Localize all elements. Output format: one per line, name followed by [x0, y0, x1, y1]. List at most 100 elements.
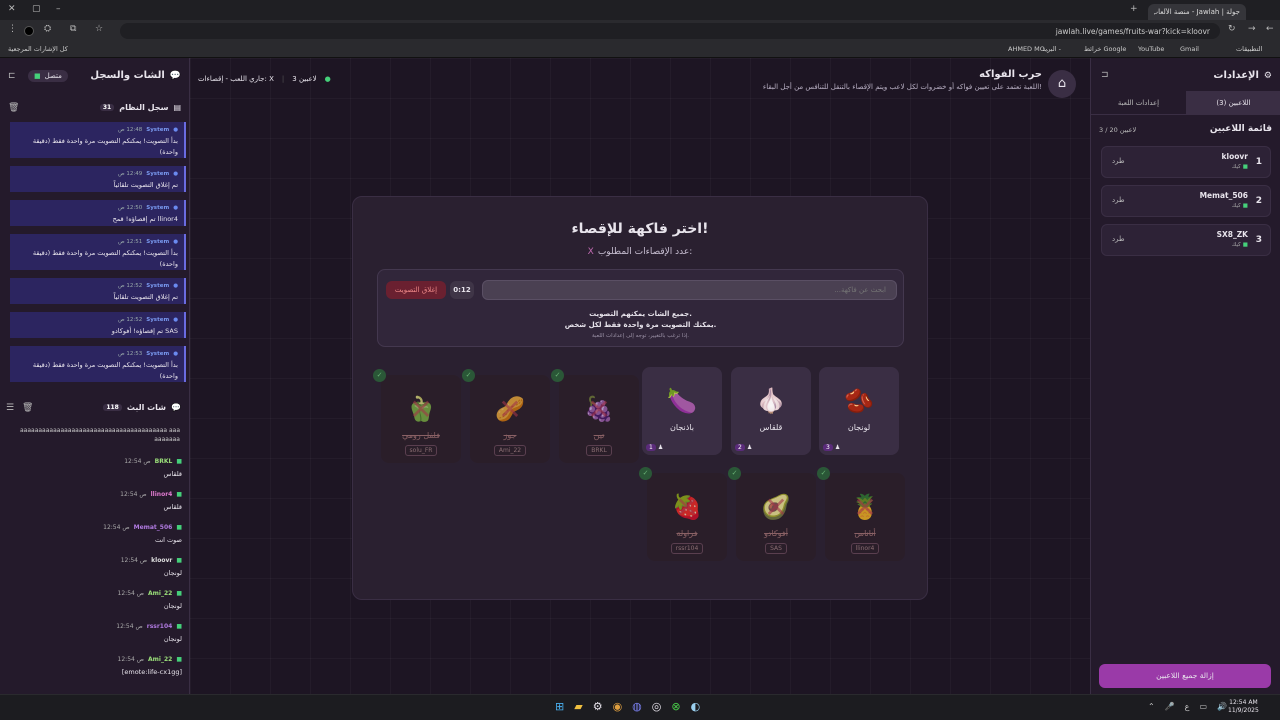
status-state: جاري اللعب - إقصاءات: X	[198, 75, 274, 83]
chat-username: BRKL	[154, 458, 173, 465]
eliminated-fruit-card: 🫑 فلفل رومي ✕ solu_FR ✓	[373, 369, 461, 463]
chat-title: شات البث	[126, 403, 167, 412]
extensions-icon[interactable]: ⛭	[44, 24, 51, 34]
profile-icon[interactable]	[24, 26, 34, 36]
close-vote-button[interactable]: إغلاق التصويت	[386, 281, 446, 299]
bookmark-star-icon[interactable]: ☆	[95, 24, 103, 34]
player-rank: 2	[1255, 196, 1262, 206]
game-area: ⌂ حرب الفواكه اللعبة تعتمد على تعيين فوا…	[190, 58, 1090, 694]
app-icon[interactable]: ◎	[652, 700, 662, 713]
collapse-panel-icon[interactable]: ⊏	[8, 71, 16, 81]
syslog-time: 12:51 ص	[118, 239, 143, 245]
steam-icon[interactable]: ◐	[691, 700, 701, 713]
chat-bubble-icon: 💬	[169, 70, 181, 81]
kick-player-button[interactable]: طرد	[1112, 157, 1125, 165]
system-tray: ⌃ 🎤 ع ▭ 🔊	[1148, 702, 1227, 711]
minimize-icon[interactable]: –	[56, 4, 61, 14]
filter-icon[interactable]: ☰	[6, 403, 14, 413]
syslog-message: ● System 12:52 ص SAS تم إقصاؤه! أفوكادو	[10, 312, 186, 338]
language-indicator[interactable]: ع	[1185, 702, 1190, 711]
syslog-time: 12:48 ص	[118, 127, 143, 133]
fruit-card[interactable]: 🧄 قلقاس 2 ♟	[731, 367, 811, 455]
player-platform: كيك ■	[1232, 242, 1248, 248]
trash-icon[interactable]: 🗑	[22, 403, 33, 413]
chat-text: صوت انت	[154, 536, 182, 544]
check-icon: ✓	[551, 369, 564, 382]
gear-icon: ⚙	[1263, 70, 1272, 81]
settings-header: الإعدادات ⚙	[1213, 70, 1272, 81]
file-explorer-icon[interactable]: ▰	[574, 700, 582, 713]
home-button[interactable]: ⌂	[1048, 70, 1076, 98]
system-name: System	[146, 317, 170, 323]
eliminated-player-tag: solu_FR	[404, 445, 438, 456]
tray-chevron-icon[interactable]: ⌃	[1148, 702, 1155, 711]
new-tab-icon[interactable]: +	[1130, 4, 1138, 14]
remove-all-players-button[interactable]: إزالة جميع اللاعبين	[1099, 664, 1271, 688]
player-name: SX8_ZK	[1216, 230, 1248, 239]
microphone-icon[interactable]: 🎤	[1165, 702, 1175, 711]
eliminated-player-tag: rssr104	[670, 543, 704, 554]
chat-time: 12:54 ص	[116, 623, 143, 630]
bookmark-gmail[interactable]: Gmail	[1180, 45, 1199, 53]
chrome-icon[interactable]: ◉	[613, 700, 623, 713]
syslog-count: 31	[99, 104, 115, 111]
reload-icon[interactable]: ↻	[1228, 24, 1236, 34]
network-icon[interactable]: ▭	[1199, 702, 1207, 711]
fruit-name: جوز	[503, 431, 517, 440]
browser-tab[interactable]: جولة | Jawlah - منصة الألعاب الت...	[1148, 4, 1246, 20]
chat-header: 118 شات البث 💬	[103, 403, 181, 412]
kick-badge-icon: ■	[176, 524, 182, 531]
kick-badge-icon: ■	[176, 623, 182, 630]
settings-panel: الإعدادات ⚙ ⊐ اللاعبين (3) إعدادات اللعب…	[1090, 58, 1280, 694]
forward-icon[interactable]: →	[1248, 24, 1256, 34]
bookmark-maps[interactable]: خرائط Google	[1084, 45, 1126, 53]
bookmark-ahmed[interactable]: AHMED MO...	[1008, 45, 1051, 53]
chat-message-header: 12:54 ص kloovr ■	[8, 555, 182, 566]
bookmark-apps[interactable]: التطبيقات	[1236, 45, 1262, 53]
syslog-time: 12:53 ص	[118, 351, 143, 357]
chat-text: قلقاس	[163, 503, 182, 511]
kick-player-button[interactable]: طرد	[1112, 235, 1125, 243]
chat-list[interactable]: 12:54 ص BRKL ■ قلقاس 12:54 ص llinor4 ■ قلقاس 12:…	[0, 454, 190, 694]
chat-time: 12:54 ص	[120, 491, 147, 498]
game-title: حرب الفواكه	[979, 69, 1042, 80]
system-name: System	[146, 205, 170, 211]
volume-icon[interactable]: 🔊	[1217, 702, 1227, 711]
xbox-icon[interactable]: ⊗	[671, 700, 680, 713]
extension-puzzle-icon[interactable]: ⧉	[70, 24, 76, 34]
player-rank: 3	[1255, 235, 1262, 245]
all-bookmarks[interactable]: كل الإشارات المرجعية	[8, 45, 68, 53]
back-icon[interactable]: ←	[1266, 24, 1274, 34]
required-eliminations: X عدد الإقصاءات المطلوب:	[353, 247, 927, 257]
syslog-list[interactable]: ● System 12:48 ص بدأ التصويت! يمكنكم التصوي…	[0, 122, 190, 392]
windows-start-icon[interactable]: ⊞	[555, 700, 564, 713]
kick-player-button[interactable]: طرد	[1112, 196, 1125, 204]
settings-app-icon[interactable]: ⚙	[593, 700, 603, 713]
chat-text: لونجان	[163, 569, 182, 577]
chat-username: llinor4	[150, 491, 173, 498]
cross-icon: ✕	[675, 491, 699, 524]
kick-icon: ■	[1242, 242, 1248, 248]
maximize-icon[interactable]: ▢	[32, 4, 41, 14]
menu-icon[interactable]: ⋮	[8, 24, 17, 34]
tab-game-settings[interactable]: إعدادات اللعبة	[1091, 91, 1186, 115]
url-field[interactable]: jawlah.live/games/fruits-war?kick=kloovr	[120, 23, 1220, 39]
collapse-panel-icon[interactable]: ⊐	[1101, 70, 1109, 80]
chat-message-header: 12:54 ص Memat_506 ■	[8, 522, 182, 533]
trash-icon[interactable]: 🗑	[8, 103, 19, 113]
platform-label: كيك	[1231, 164, 1241, 170]
fruit-icon: 🍆	[667, 387, 697, 415]
player-count: 3 / 20 لاعبين	[1099, 126, 1137, 134]
votes-icon: ♟	[834, 444, 841, 451]
fruit-search-input[interactable]	[482, 280, 897, 300]
tab-players[interactable]: اللاعبين (3)	[1186, 91, 1280, 115]
syslog-time: 12:49 ص	[118, 171, 143, 177]
fruit-card[interactable]: 🫘 لونجان 3 ♟	[819, 367, 899, 455]
fruit-card[interactable]: 🍆 باذنجان 1 ♟	[642, 367, 722, 455]
game-description: اللعبة تعتمد على تعيين فواكه أو خضروات ل…	[762, 83, 1042, 91]
chat-time: 12:54 ص	[117, 590, 145, 597]
close-window-icon[interactable]: ✕	[8, 4, 16, 14]
discord-icon[interactable]: ◍	[632, 700, 642, 713]
clock[interactable]: 12:54 AM 11/9/2025	[1228, 699, 1259, 715]
bookmark-youtube[interactable]: YouTube	[1138, 45, 1164, 53]
